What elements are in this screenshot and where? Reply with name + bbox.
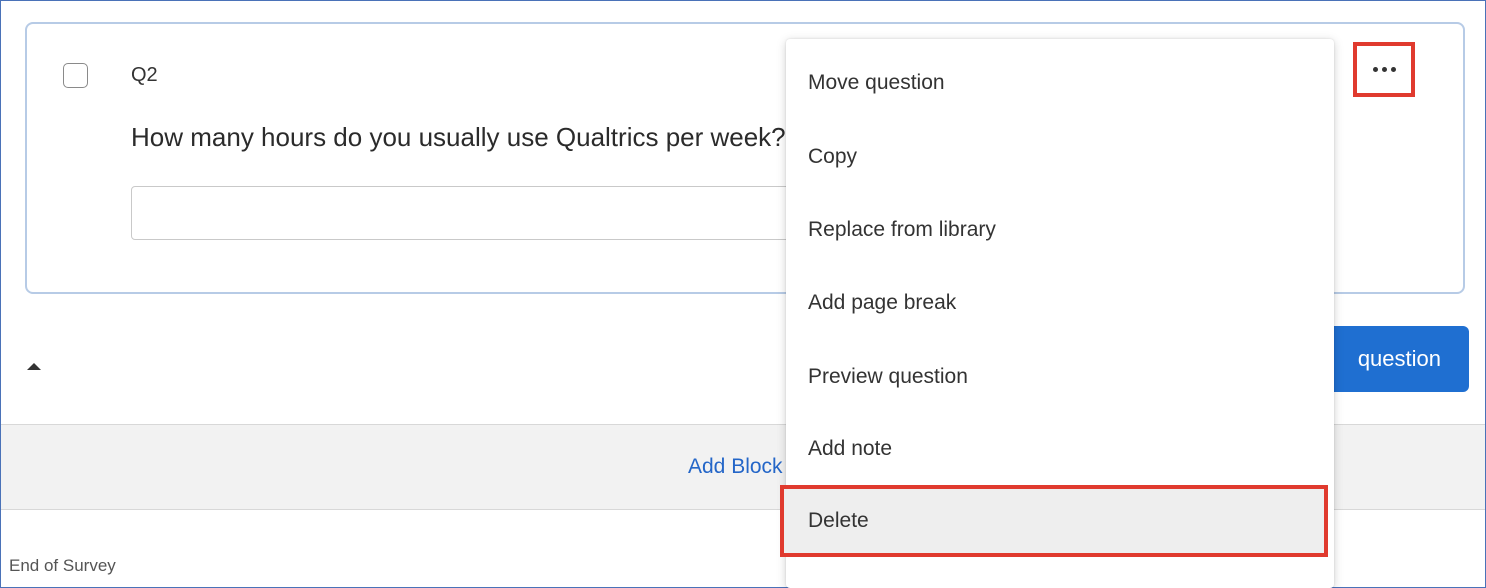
menu-item-delete[interactable]: Delete [780, 485, 1328, 557]
ellipsis-icon [1372, 67, 1396, 72]
menu-item-label: Add note [808, 437, 893, 460]
end-of-survey-label: End of Survey [9, 556, 116, 575]
answer-text-field[interactable] [131, 186, 831, 240]
menu-item-label: Move question [808, 71, 945, 94]
menu-item-label: Replace from library [808, 218, 996, 241]
question-context-menu: Move question Copy Replace from library … [780, 39, 1334, 588]
caret-up-icon[interactable] [27, 363, 41, 370]
menu-item-label: Add page break [808, 291, 957, 314]
question-more-options-button[interactable] [1353, 42, 1415, 97]
menu-item-label: Delete [808, 509, 869, 532]
menu-item-move-question[interactable]: Move question [786, 47, 1334, 119]
menu-item-replace-from-library[interactable]: Replace from library [786, 194, 1334, 266]
question-select-checkbox[interactable] [63, 63, 88, 88]
add-question-label: question [1357, 346, 1441, 371]
add-block-link[interactable]: Add Block [688, 455, 783, 479]
menu-item-copy[interactable]: Copy [786, 121, 1334, 193]
menu-item-add-note[interactable]: Add note [786, 413, 1334, 485]
question-number: Q2 [131, 64, 158, 86]
menu-item-label: Copy [808, 145, 858, 168]
menu-item-preview-question[interactable]: Preview question [786, 341, 1334, 413]
menu-item-label: Preview question [808, 365, 968, 388]
menu-item-add-page-break[interactable]: Add page break [786, 267, 1334, 339]
question-text[interactable]: How many hours do you usually use Qualtr… [131, 122, 786, 153]
